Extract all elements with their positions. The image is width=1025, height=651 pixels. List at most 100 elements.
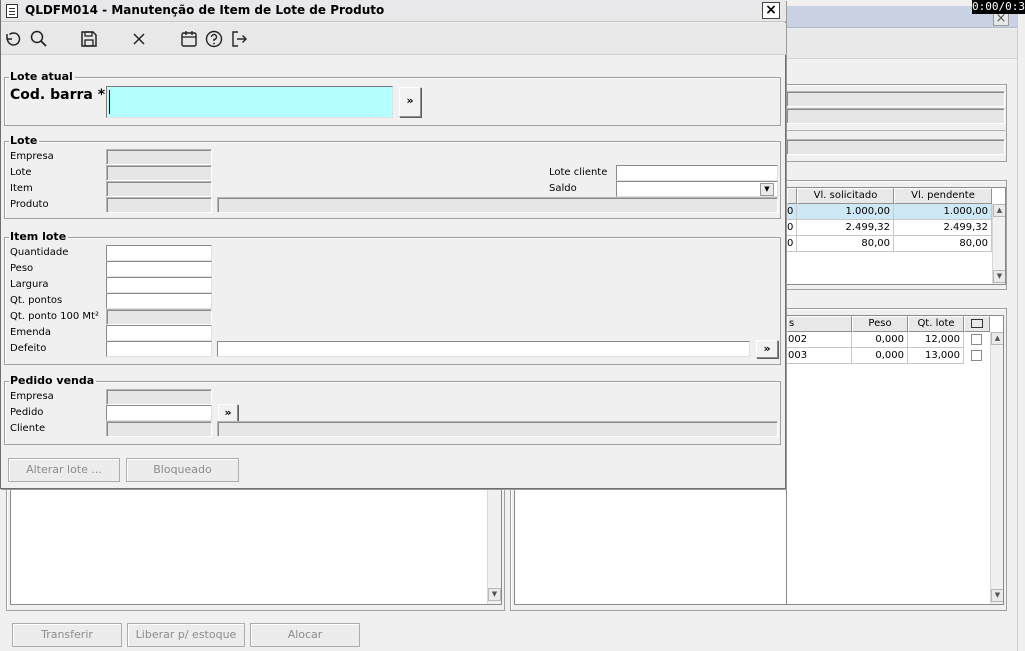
peso-input[interactable] [106,261,212,277]
pedido-venda-legend: Pedido venda [9,374,97,387]
background-readonly-field [786,139,1005,155]
dialog-toolbar [1,23,786,55]
row-checkbox[interactable] [971,334,982,345]
scroll-down-icon[interactable]: ▼ [991,589,1003,602]
search-icon[interactable] [29,29,49,49]
row-checkbox[interactable] [971,350,982,361]
alterar-lote-button[interactable]: Alterar lote ... [8,458,120,482]
grid-scrollbar[interactable]: ▲ ▼ [992,204,1005,284]
save-icon[interactable] [79,29,99,49]
grid-cell-vl-pendente[interactable]: 80,00 [894,236,992,252]
emenda-input[interactable] [106,325,212,341]
values-grid[interactable]: Vl. solicitado Vl. pendente 0 1.000,00 1… [786,187,1006,285]
produto-label: Produto [10,199,49,210]
grid-header-qt-lote[interactable]: Qt. lote [908,316,964,332]
grid-cell-qt-lote[interactable]: 13,000 [908,348,964,364]
largura-input[interactable] [106,277,212,293]
grid-cell-vl-pendente[interactable]: 2.499,32 [894,220,992,236]
saldo-select[interactable]: ▼ [616,181,778,197]
pedido-input[interactable] [106,405,212,421]
background-left-list[interactable]: ▼ [10,489,502,605]
window-scrollbar[interactable] [1017,0,1025,651]
grid-cell[interactable]: 0 [787,204,797,220]
grid-cell[interactable]: 003 [787,348,852,364]
undo-icon[interactable] [3,29,23,49]
peso-label: Peso [10,263,34,274]
grid-header-vl-solicitado[interactable]: Vl. solicitado [797,188,894,204]
document-icon [6,4,18,18]
scroll-down-icon[interactable]: ▼ [488,588,501,601]
cod-barra-lookup-button[interactable]: » [399,87,421,117]
quantidade-input[interactable] [106,245,212,261]
lote-legend: Lote [9,134,40,147]
select-all-icon[interactable] [971,319,983,328]
defeito-description-input[interactable] [217,341,750,357]
cancel-icon[interactable] [129,29,149,49]
grid-cell-peso[interactable]: 0,000 [852,348,908,364]
saldo-label: Saldo [549,183,577,194]
grid-header-vl-pendente[interactable]: Vl. pendente [894,188,992,204]
alocar-button[interactable]: Alocar [250,623,360,647]
defeito-input[interactable] [106,341,212,357]
transferir-button[interactable]: Transferir [12,623,122,647]
lote-label: Lote [10,167,32,178]
grid-cell-peso[interactable]: 0,000 [852,332,908,348]
pedido-lookup-button[interactable]: » [218,404,238,422]
grid-cell-vl-solicitado[interactable]: 2.499,32 [797,220,894,236]
background-toolbar [785,29,1017,59]
lote-cliente-label: Lote cliente [549,167,608,178]
calendar-icon[interactable] [179,29,199,49]
item-lote-legend: Item lote [9,230,69,243]
grid-cell-vl-solicitado[interactable]: 80,00 [797,236,894,252]
video-timer: 0:00/0:37 [972,0,1025,14]
defeito-lookup-button[interactable]: » [756,340,778,358]
pedido-empresa-field [106,389,212,405]
qt-pontos-input[interactable] [106,293,212,309]
lote-field [106,165,212,181]
grid-header[interactable]: s [787,316,852,332]
list-scrollbar[interactable]: ▼ [487,489,501,604]
grid-cell[interactable]: 0 [787,236,797,252]
cliente-field [106,421,212,437]
grid-cell[interactable]: 0 [787,220,797,236]
qt-ponto-100-field [106,309,212,325]
background-close-button[interactable]: × [993,12,1009,26]
lote-atual-legend: Lote atual [9,70,75,83]
empresa-label: Empresa [10,151,54,162]
cliente-label: Cliente [10,423,46,434]
pedido-empresa-label: Empresa [10,391,54,402]
emenda-label: Emenda [10,327,52,338]
scroll-down-icon[interactable]: ▼ [993,270,1005,283]
cod-barra-input[interactable] [106,86,393,118]
liberar-estoque-button[interactable]: Liberar p/ estoque [127,623,245,647]
grid-header-peso[interactable]: Peso [852,316,908,332]
lote-cliente-input[interactable] [616,165,778,181]
produto-field [106,197,212,213]
pedido-label: Pedido [10,407,44,418]
lots-grid[interactable]: s Peso Qt. lote 002 0,000 12,000 003 0,0… [786,315,1004,605]
dialog-close-button[interactable]: × [762,2,780,19]
grid-cell-qt-lote[interactable]: 12,000 [908,332,964,348]
item-field [106,181,212,197]
scroll-up-icon[interactable]: ▲ [991,332,1003,345]
grid-scrollbar[interactable]: ▲ ▼ [990,332,1003,604]
cod-barra-label: Cod. barra * [10,87,106,103]
exit-icon[interactable] [229,29,249,49]
scroll-up-icon[interactable]: ▲ [993,204,1005,217]
grid-header[interactable] [787,188,797,204]
separator [786,130,1005,131]
dialog-title: QLDFM014 - Manutenção de Item de Lote de… [25,3,385,17]
bloqueado-button[interactable]: Bloqueado [126,458,239,482]
item-label: Item [10,183,33,194]
grid-cell-vl-solicitado[interactable]: 1.000,00 [797,204,894,220]
grid-cell[interactable]: 002 [787,332,852,348]
grid-header-select[interactable] [964,316,990,332]
cliente-description-field [217,421,778,437]
grid-cell-vl-pendente[interactable]: 1.000,00 [894,204,992,220]
largura-label: Largura [10,279,49,290]
help-icon[interactable] [204,29,224,49]
produto-description-field [217,197,778,213]
qt-pontos-label: Qt. pontos [10,295,63,306]
chevron-down-icon[interactable]: ▼ [760,183,774,196]
empresa-field [106,149,212,165]
